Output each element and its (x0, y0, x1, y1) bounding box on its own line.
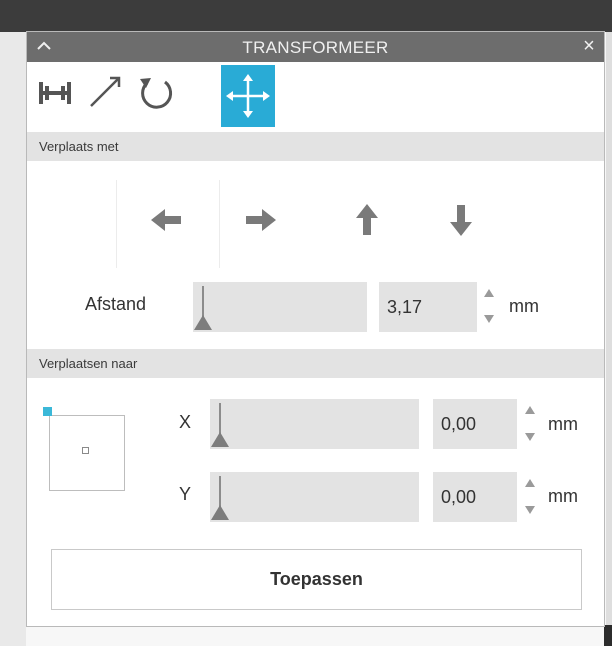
x-label: X (179, 412, 192, 432)
section-move-to-label: Verplaatsen naar (39, 356, 138, 371)
y-spin-down-icon[interactable] (525, 506, 535, 514)
distance-spin-up-icon[interactable] (484, 289, 494, 297)
right-background-strip (606, 32, 612, 646)
divider-left (116, 180, 117, 268)
move-left-button[interactable] (143, 197, 189, 243)
x-spin-up-icon[interactable] (525, 406, 535, 414)
divider-middle (219, 180, 220, 268)
section-move-by-label: Verplaats met (39, 139, 119, 154)
move-right-button[interactable] (238, 197, 284, 243)
y-unit: mm (548, 486, 578, 506)
right-dark-edge (604, 625, 612, 646)
x-unit: mm (548, 414, 578, 434)
panel-titlebar[interactable]: TRANSFORMEER × (27, 32, 604, 62)
distance-label: Afstand (85, 294, 147, 314)
arrow-left-icon (151, 209, 181, 231)
panel-title: TRANSFORMEER (242, 38, 389, 57)
reference-point-top-left[interactable] (43, 407, 52, 416)
app-top-bar (0, 0, 612, 32)
apply-button[interactable]: Toepassen (51, 549, 582, 610)
x-slider-thumb[interactable] (211, 432, 229, 447)
distance-slider[interactable] (193, 282, 367, 332)
tool-rotate-button[interactable] (131, 68, 179, 116)
x-spin-down-icon[interactable] (525, 433, 535, 441)
arrow-right-icon (246, 209, 276, 231)
y-label: Y (179, 484, 192, 504)
arrow-down-icon (450, 205, 472, 236)
y-spin-up-icon[interactable] (525, 479, 535, 487)
move-up-button[interactable] (344, 197, 390, 243)
transform-panel: TRANSFORMEER × Verplaats met Afstand 3,1… (27, 32, 604, 626)
distance-spin-down-icon[interactable] (484, 315, 494, 323)
distance-slider-thumb[interactable] (194, 315, 212, 330)
close-icon[interactable]: × (578, 35, 600, 57)
tool-move-button[interactable] (221, 65, 275, 127)
move-icon (226, 74, 270, 118)
y-slider-thumb[interactable] (211, 505, 229, 520)
distance-input[interactable] (379, 282, 477, 332)
align-icon (39, 82, 71, 104)
distance-unit: mm (509, 296, 539, 316)
left-background-strip (0, 32, 26, 646)
x-input[interactable] (433, 399, 517, 449)
arrow-up-icon (356, 204, 378, 235)
scale-icon (90, 76, 121, 107)
reference-point-center[interactable] (82, 447, 89, 454)
y-input[interactable] (433, 472, 517, 522)
tool-align-button[interactable] (31, 68, 79, 116)
rotate-icon (140, 78, 173, 109)
section-move-by: Verplaats met (27, 132, 604, 161)
tool-scale-button[interactable] (81, 68, 129, 116)
x-slider[interactable] (210, 399, 419, 449)
move-down-button[interactable] (438, 197, 484, 243)
y-slider[interactable] (210, 472, 419, 522)
section-move-to: Verplaatsen naar (27, 349, 604, 378)
